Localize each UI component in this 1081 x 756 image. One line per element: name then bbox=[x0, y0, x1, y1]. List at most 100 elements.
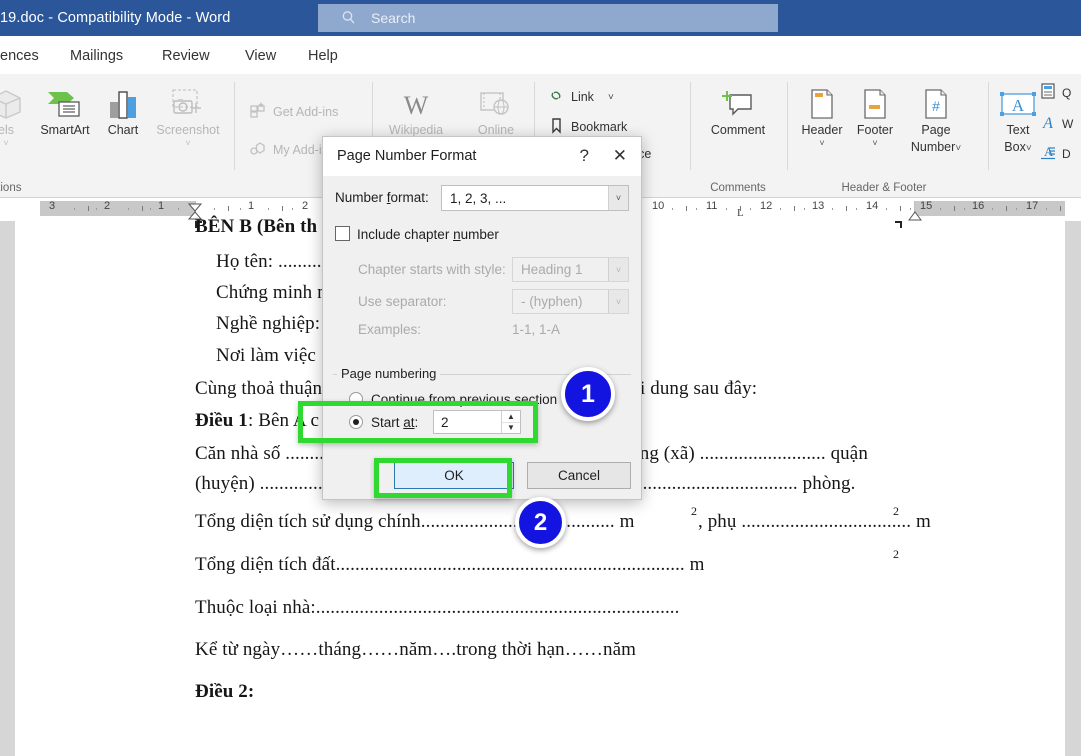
ribbon-chart-label: Chart bbox=[107, 123, 139, 137]
ribbon-screenshot-label: Screenshot bbox=[156, 123, 220, 137]
ribbon-smartart-button[interactable]: SmartArt bbox=[30, 86, 100, 137]
addins-grid-icon bbox=[250, 102, 267, 122]
ribbon-bookmark-button[interactable]: Bookmark bbox=[548, 117, 627, 137]
group-label-header-footer: Header & Footer bbox=[841, 182, 927, 194]
include-chapter-number-checkbox[interactable] bbox=[335, 226, 350, 241]
separator-label: Use separator: bbox=[358, 294, 447, 309]
step-badge-2: 2 bbox=[515, 497, 566, 548]
search-placeholder: Search bbox=[371, 10, 416, 26]
ruler-tick-label: 1 bbox=[248, 200, 255, 212]
ribbon-comment-button[interactable]: Comment bbox=[697, 86, 779, 137]
chevron-down-icon: ˅ bbox=[819, 138, 825, 148]
superscript: 2 bbox=[893, 504, 900, 518]
group-divider bbox=[234, 82, 235, 170]
highlight-start-at bbox=[298, 401, 538, 443]
tab-mailings[interactable]: Mailings bbox=[70, 36, 123, 74]
doc-line: Tổng diện tích sử dụng chính............… bbox=[195, 511, 635, 532]
number-format-label: Number format: bbox=[335, 190, 429, 205]
doc-line: Thuộc loại nhà:.........................… bbox=[195, 597, 680, 618]
ruler-left-margin-band bbox=[40, 201, 195, 216]
chapter-style-combo: Heading 1 ˅ bbox=[512, 257, 629, 282]
ribbon-header-button[interactable]: Header ˅ bbox=[793, 86, 851, 150]
superscript: 2 bbox=[893, 547, 900, 561]
wikipedia-w-icon: W bbox=[378, 86, 454, 120]
chapter-style-label: Chapter starts with style: bbox=[358, 262, 506, 277]
ruler-tick-label: 14 bbox=[866, 200, 879, 212]
dialog-title: Page Number Format bbox=[337, 148, 477, 164]
title-bar: 19.doc - Compatibility Mode - Word Searc… bbox=[0, 0, 1081, 36]
chevron-down-icon: ˅ bbox=[872, 138, 878, 148]
doc-line: Chứng minh n bbox=[216, 282, 327, 303]
include-chapter-label-accel: n bbox=[453, 227, 461, 242]
new-comment-icon bbox=[697, 86, 779, 120]
ribbon-screenshot-button[interactable]: Screenshot ˅ bbox=[145, 86, 231, 150]
header-icon bbox=[793, 86, 851, 120]
footer-icon bbox=[846, 86, 904, 120]
ribbon-footer-button[interactable]: Footer ˅ bbox=[846, 86, 904, 150]
doc-line: Điều 1 bbox=[195, 410, 248, 431]
include-chapter-number-label: Include chapter number bbox=[357, 227, 499, 242]
bookmark-icon bbox=[548, 117, 565, 137]
chevron-down-icon: ˅ bbox=[1025, 143, 1032, 154]
ribbon-wordart-label: W bbox=[1062, 116, 1074, 131]
chevron-down-icon[interactable]: ˅ bbox=[608, 186, 628, 210]
wordart-icon: A bbox=[1040, 114, 1056, 133]
ribbon-drop-cap-button[interactable]: A D bbox=[1040, 144, 1071, 163]
search-icon bbox=[341, 10, 357, 26]
ribbon-tab-bar: ences Mailings Review View Help bbox=[0, 36, 1081, 74]
ribbon-wordart-button[interactable]: A W bbox=[1040, 114, 1073, 133]
include-chapter-label-before: Include chapter bbox=[357, 227, 454, 242]
ribbon-page-number-button[interactable]: # Page Number˅ bbox=[898, 86, 974, 156]
word-window: 19.doc - Compatibility Mode - Word Searc… bbox=[0, 0, 1081, 756]
online-video-icon bbox=[458, 86, 534, 120]
ribbon-link-button[interactable]: Link ˅ bbox=[548, 87, 614, 107]
doc-line: Kể từ ngày……tháng……năm….trong thời hạn……… bbox=[195, 639, 636, 660]
chevron-down-icon: ˅ bbox=[608, 290, 628, 313]
ribbon-get-add-ins-button[interactable]: Get Add-ins bbox=[250, 102, 338, 122]
smartart-icon bbox=[30, 86, 100, 120]
ruler-tick-label: 10 bbox=[652, 200, 665, 212]
ribbon-3d-models-button[interactable]: els ˅ bbox=[0, 86, 34, 150]
number-format-combo[interactable]: 1, 2, 3, ... ˅ bbox=[441, 185, 629, 211]
ribbon-online-video-button[interactable]: Online bbox=[458, 86, 534, 137]
page-number-format-dialog[interactable]: Page Number Format ? ✕ Number format: 1,… bbox=[322, 136, 642, 500]
examples-value: 1-1, 1-A bbox=[512, 322, 561, 337]
ribbon-wikipedia-button[interactable]: W Wikipedia bbox=[378, 86, 454, 137]
help-icon[interactable]: ? bbox=[580, 146, 589, 166]
group-divider bbox=[787, 82, 788, 170]
ribbon-get-add-ins-label: Get Add-ins bbox=[273, 105, 339, 119]
search-input[interactable]: Search bbox=[318, 4, 778, 32]
svg-text:#: # bbox=[932, 98, 940, 114]
step-badge-1: 1 bbox=[561, 367, 615, 421]
drop-cap-icon: A bbox=[1040, 144, 1056, 163]
ruler-tick-label: 1 bbox=[158, 200, 165, 212]
tab-help[interactable]: Help bbox=[308, 36, 338, 74]
tab-review[interactable]: Review bbox=[162, 36, 210, 74]
tab-references[interactable]: ences bbox=[0, 36, 39, 74]
tab-view[interactable]: View bbox=[245, 36, 276, 74]
highlight-ok-button bbox=[374, 458, 512, 498]
page-number-icon: # bbox=[898, 86, 974, 120]
group-label-comments: Comments bbox=[710, 182, 766, 194]
tab-stop-marker[interactable]: L bbox=[737, 207, 744, 219]
ribbon-text-box-button[interactable]: A Text Box˅ bbox=[994, 86, 1042, 156]
number-format-label-after: ormat: bbox=[390, 190, 429, 205]
number-format-label-before: Number bbox=[335, 190, 387, 205]
ribbon-quick-parts-button[interactable]: Q bbox=[1040, 83, 1071, 102]
ribbon-page-number-label2: Number bbox=[910, 140, 956, 154]
ribbon-chart-button[interactable]: Chart bbox=[98, 86, 148, 137]
ribbon-page-number-label: Page bbox=[921, 123, 951, 137]
chart-icon bbox=[98, 86, 148, 120]
ruler-right-margin-band bbox=[915, 201, 1065, 216]
ribbon-header-label: Header bbox=[801, 123, 843, 137]
cancel-button[interactable]: Cancel bbox=[527, 462, 631, 489]
ribbon-comment-label: Comment bbox=[710, 123, 766, 137]
ribbon-link-label: Link bbox=[571, 90, 594, 104]
ribbon-drop-cap-label: D bbox=[1062, 146, 1071, 161]
group-divider bbox=[690, 82, 691, 170]
ribbon-text-box-label2: Box bbox=[1004, 140, 1026, 154]
close-icon[interactable]: ✕ bbox=[613, 146, 627, 166]
doc-line: Cùng thoả thuận bbox=[195, 378, 323, 399]
right-indent-marker[interactable] bbox=[908, 208, 922, 221]
chevron-down-icon: ˅ bbox=[608, 258, 628, 281]
